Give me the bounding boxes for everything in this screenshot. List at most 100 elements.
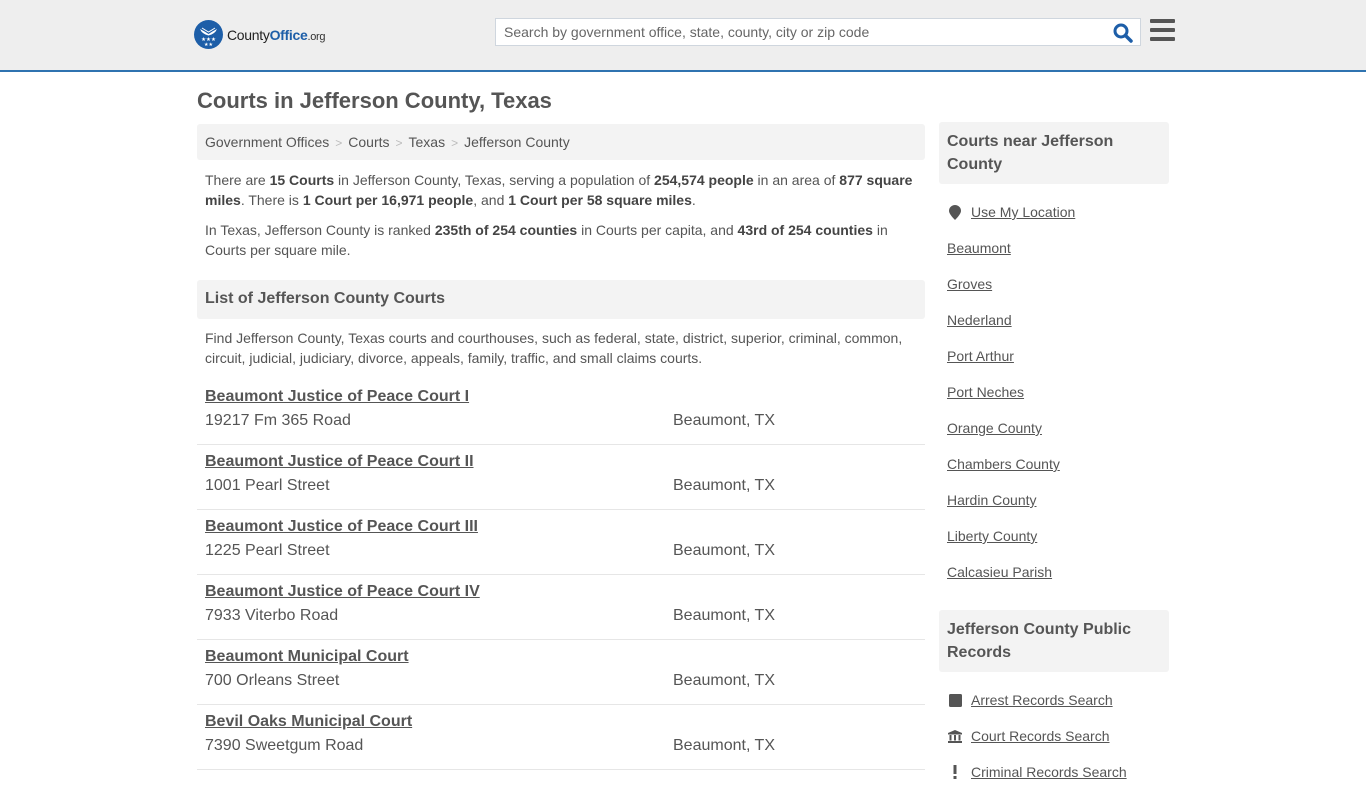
court-address: 19217 Fm 365 Road: [205, 412, 351, 429]
court-name-link[interactable]: Beaumont Justice of Peace Court I: [205, 388, 469, 406]
breadcrumb-separator: >: [395, 136, 403, 150]
intro-text-segment: In Texas, Jefferson County is ranked: [205, 222, 435, 238]
nearby-item: Orange County: [947, 410, 1161, 446]
site-logo[interactable]: ★★★ ★★ CountyOffice.org: [194, 20, 326, 49]
nearby-courts-heading: Courts near Jefferson County: [939, 122, 1169, 184]
nearby-item: Beaumont: [947, 230, 1161, 266]
nearby-item: Hardin County: [947, 482, 1161, 518]
nearby-item: Liberty County: [947, 518, 1161, 554]
nearby-link-chambers-county[interactable]: Chambers County: [947, 456, 1060, 472]
search-icon: [1113, 23, 1133, 43]
rank-per-area: 43rd of 254 counties: [737, 222, 873, 238]
court-city: Beaumont, TX: [673, 412, 775, 429]
court-city: Beaumont, TX: [673, 672, 775, 689]
court-address: 7390 Sweetgum Road: [205, 737, 364, 754]
nearby-link-liberty-county[interactable]: Liberty County: [947, 528, 1037, 544]
court-name-link[interactable]: Bevil Oaks Municipal Court: [205, 713, 412, 731]
map-marker-icon: [947, 204, 963, 220]
court-count: 15 Courts: [269, 172, 335, 188]
intro-text: There are 15 Courts in Jefferson County,…: [197, 170, 925, 260]
search-button[interactable]: [1112, 22, 1134, 44]
search-bar: [495, 18, 1141, 46]
records-item: Arrest Records Search: [947, 682, 1161, 718]
court-row: Beaumont Justice of Peace Court III 1225…: [197, 510, 925, 575]
nearby-link-calcasieu-parish[interactable]: Calcasieu Parish: [947, 564, 1052, 580]
court-address: 1225 Pearl Street: [205, 542, 330, 559]
nearby-item: Port Arthur: [947, 338, 1161, 374]
court-city: Beaumont, TX: [673, 607, 775, 624]
nearby-link-hardin-county[interactable]: Hardin County: [947, 492, 1037, 508]
breadcrumb-separator: >: [451, 136, 459, 150]
sidebar: Courts near Jefferson County Use My Loca…: [939, 122, 1169, 790]
court-list-heading: List of Jefferson County Courts: [197, 280, 925, 319]
intro-text-segment: There are: [205, 172, 270, 188]
logo-text-county: County: [227, 26, 270, 43]
nearby-link-port-arthur[interactable]: Port Arthur: [947, 348, 1014, 364]
court-name-link[interactable]: Beaumont Justice of Peace Court III: [205, 518, 478, 536]
court-city: Beaumont, TX: [673, 737, 775, 754]
nearby-link-port-neches[interactable]: Port Neches: [947, 384, 1024, 400]
public-records-heading: Jefferson County Public Records: [939, 610, 1169, 672]
court-row: Beaumont Justice of Peace Court II 1001 …: [197, 445, 925, 510]
breadcrumb-courts[interactable]: Courts: [348, 134, 389, 150]
court-records-link[interactable]: Court Records Search: [971, 728, 1110, 744]
court-row: Beaumont Municipal Court 700 Orleans Str…: [197, 640, 925, 705]
records-item: Criminal Records Search: [947, 754, 1161, 790]
logo-text: CountyOffice.org: [227, 26, 326, 43]
use-location-item: Use My Location: [947, 194, 1161, 230]
arrest-records-link[interactable]: Arrest Records Search: [971, 692, 1113, 708]
intro-text-segment: in an area of: [753, 172, 840, 188]
court-city: Beaumont, TX: [673, 542, 775, 559]
court-name-link[interactable]: Beaumont Justice of Peace Court II: [205, 453, 474, 471]
breadcrumb-government-offices[interactable]: Government Offices: [205, 134, 329, 150]
courts-per-area: 1 Court per 58 square miles: [508, 192, 692, 208]
logo-text-domain: .org: [307, 30, 326, 43]
public-records-list: Arrest Records Search Court Records Sear…: [939, 682, 1169, 790]
court-name-link[interactable]: Beaumont Justice of Peace Court IV: [205, 583, 480, 601]
population: 254,574 people: [654, 172, 754, 188]
court-row: Beaumont Justice of Peace Court I 19217 …: [197, 380, 925, 445]
court-name-link[interactable]: Beaumont Municipal Court: [205, 648, 409, 666]
court-address: 700 Orleans Street: [205, 672, 340, 689]
nearby-link-groves[interactable]: Groves: [947, 276, 992, 292]
eagle-logo-icon: ★★★ ★★: [194, 20, 223, 49]
nearby-link-orange-county[interactable]: Orange County: [947, 420, 1042, 436]
exclamation-icon: [947, 765, 963, 779]
breadcrumb-separator: >: [335, 136, 343, 150]
breadcrumb-texas[interactable]: Texas: [409, 134, 446, 150]
criminal-records-link[interactable]: Criminal Records Search: [971, 764, 1127, 780]
svg-text:★★: ★★: [204, 42, 213, 48]
use-my-location-link[interactable]: Use My Location: [971, 204, 1075, 220]
search-input[interactable]: [496, 19, 1106, 45]
nearby-item: Chambers County: [947, 446, 1161, 482]
courthouse-icon: [947, 729, 963, 743]
court-list: Beaumont Justice of Peace Court I 19217 …: [197, 380, 925, 770]
nearby-item: Groves: [947, 266, 1161, 302]
nearby-item: Port Neches: [947, 374, 1161, 410]
court-address: 1001 Pearl Street: [205, 477, 330, 494]
intro-stats-paragraph: There are 15 Courts in Jefferson County,…: [205, 170, 917, 210]
nearby-link-beaumont[interactable]: Beaumont: [947, 240, 1011, 256]
nearby-link-nederland[interactable]: Nederland: [947, 312, 1012, 328]
breadcrumb: Government Offices > Courts > Texas > Jefferso…: [197, 124, 925, 160]
nearby-item: Nederland: [947, 302, 1161, 338]
intro-text-segment: , and: [473, 192, 509, 208]
intro-rank-paragraph: In Texas, Jefferson County is ranked 235…: [205, 220, 917, 260]
court-address: 7933 Viterbo Road: [205, 607, 339, 624]
logo-text-office: Office: [269, 26, 308, 43]
page-title: Courts in Jefferson County, Texas: [197, 88, 552, 113]
intro-text-segment: in Courts per capita, and: [577, 222, 738, 238]
courts-per-capita: 1 Court per 16,971 people: [302, 192, 474, 208]
main-content: Government Offices > Courts > Texas > Jefferso…: [197, 124, 925, 770]
intro-text-segment: in Jefferson County, Texas, serving a po…: [334, 172, 655, 188]
nearby-courts-list: Use My Location Beaumont Groves Nederlan…: [939, 194, 1169, 590]
menu-button[interactable]: [1150, 19, 1175, 43]
court-row: Bevil Oaks Municipal Court 7390 Sweetgum…: [197, 705, 925, 770]
rank-per-capita: 235th of 254 counties: [434, 222, 578, 238]
records-item: Court Records Search: [947, 718, 1161, 754]
intro-text-segment: . There is: [240, 192, 303, 208]
breadcrumb-jefferson-county[interactable]: Jefferson County: [464, 134, 570, 150]
court-city: Beaumont, TX: [673, 477, 775, 494]
intro-text-segment: .: [691, 192, 696, 208]
nearby-item: Calcasieu Parish: [947, 554, 1161, 590]
